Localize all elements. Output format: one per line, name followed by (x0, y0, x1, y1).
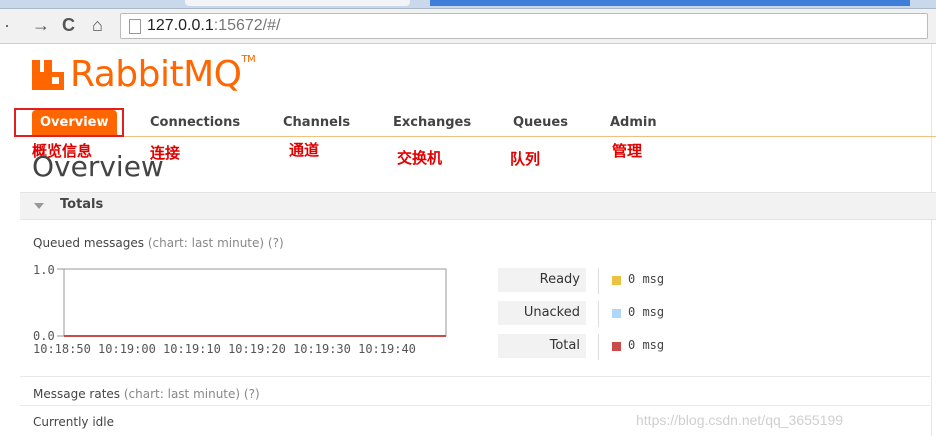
main-nav: Overview Connections Channels Exchanges … (20, 110, 936, 137)
browser-tab-strip (0, 0, 936, 9)
chart-plot-area (63, 268, 447, 337)
legend-row-total: Total 0 msg (498, 334, 698, 360)
legend-swatch-ready (612, 276, 621, 285)
message-rates-label: Message rates (chart: last minute) (?) (33, 387, 260, 401)
watermark: https://blog.csdn.net/qq_3655199 (636, 412, 844, 428)
url-text: 127.0.0.1:15672/#/ (147, 17, 281, 34)
totals-section-header[interactable]: Totals (20, 192, 936, 220)
reload-icon[interactable]: C (62, 14, 75, 36)
totals-title: Totals (60, 197, 104, 212)
annotation-queues: 队列 (510, 150, 541, 168)
page-icon (129, 19, 141, 34)
tab-admin[interactable]: Admin (610, 110, 657, 136)
legend-value: 0 msg (628, 305, 665, 319)
status-text: Currently idle (33, 415, 114, 429)
browser-tab-strip-right (430, 0, 910, 6)
page-right-border (931, 44, 932, 436)
browser-toolbar: · → C ⌂ 127.0.0.1:15672/#/ (0, 9, 936, 44)
queued-messages-chart: 1.0 0.0 10:18:50 10:19:00 10:19:10 10:19… (33, 263, 447, 356)
page-title: Overview (32, 150, 164, 183)
back-arrow-icon[interactable]: · (4, 14, 10, 36)
divider (20, 376, 930, 377)
queued-messages-label: Queued messages (chart: last minute) (?) (33, 236, 284, 250)
annotation-exchanges: 交换机 (397, 149, 443, 167)
queued-messages-hint[interactable]: (chart: last minute) (?) (148, 236, 284, 250)
annotation-channels: 通道 (289, 141, 320, 159)
home-icon[interactable]: ⌂ (92, 14, 103, 36)
legend-row-unacked: Unacked 0 msg (498, 301, 698, 327)
legend-swatch-unacked (612, 309, 621, 318)
forward-arrow-icon[interactable]: → (32, 14, 50, 36)
legend-label: Total (498, 334, 586, 358)
legend-swatch-total (612, 342, 621, 351)
legend-divider (598, 301, 599, 327)
rabbitmq-logo-icon (32, 60, 64, 90)
collapse-triangle-icon[interactable] (34, 203, 44, 209)
legend-label: Ready (498, 268, 586, 292)
tab-channels[interactable]: Channels (283, 110, 350, 136)
y-tick-label-min: 0.0 (33, 329, 55, 343)
legend-divider (598, 268, 599, 294)
annotation-highlight-box (14, 108, 124, 137)
tab-exchanges[interactable]: Exchanges (393, 110, 471, 136)
tab-connections[interactable]: Connections (150, 110, 240, 136)
x-tick-labels: 10:18:50 10:19:00 10:19:10 10:19:20 10:1… (33, 342, 416, 356)
legend-value: 0 msg (628, 338, 665, 352)
divider (20, 405, 930, 406)
tab-queues[interactable]: Queues (513, 110, 568, 136)
browser-tab[interactable] (185, 0, 410, 6)
annotation-admin: 管理 (612, 142, 643, 160)
y-tick-label-max: 1.0 (33, 263, 55, 277)
legend-row-ready: Ready 0 msg (498, 268, 698, 294)
legend-value: 0 msg (628, 272, 665, 286)
logo-text: RabbitMQTM (70, 54, 256, 95)
message-rates-hint[interactable]: (chart: last minute) (?) (124, 387, 260, 401)
legend-label: Unacked (498, 301, 586, 325)
legend-divider (598, 334, 599, 360)
address-bar[interactable]: 127.0.0.1:15672/#/ (120, 13, 928, 39)
